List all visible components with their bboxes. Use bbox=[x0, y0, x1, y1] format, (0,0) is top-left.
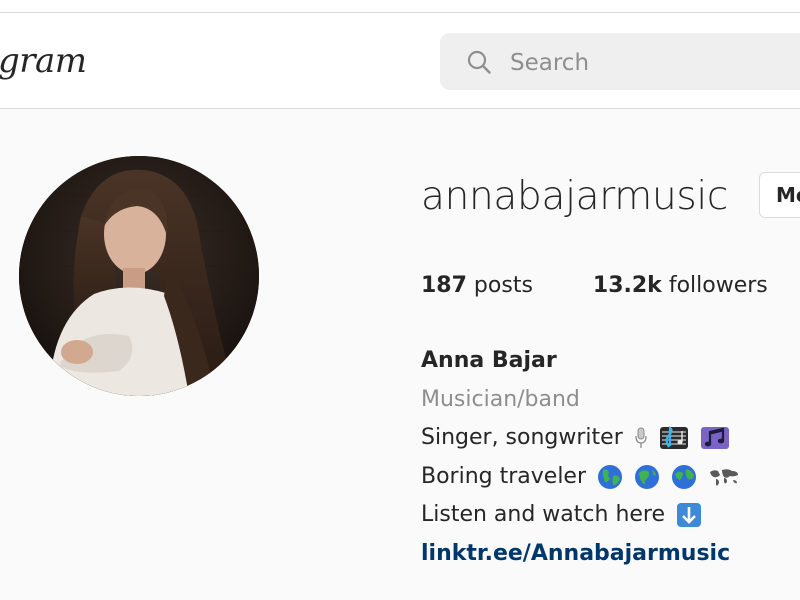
globe-icon bbox=[672, 464, 697, 489]
bio-line-2-text: Boring traveler bbox=[421, 463, 587, 489]
profile-bio: Anna Bajar Musician/band Singer, songwri… bbox=[421, 342, 740, 573]
bio-line-3: Listen and watch here bbox=[421, 496, 740, 535]
search-icon bbox=[467, 50, 491, 74]
profile-avatar[interactable] bbox=[19, 156, 259, 396]
followers-stat[interactable]: 13.2k followers bbox=[593, 270, 768, 302]
bio-line-3-text: Listen and watch here bbox=[421, 502, 666, 527]
musical-score-icon bbox=[659, 425, 688, 449]
followers-count: 13.2k bbox=[592, 273, 662, 298]
followers-label: followers bbox=[661, 273, 768, 298]
profile-stats: 187 posts 13.2k followers bbox=[421, 270, 768, 302]
globe-icon bbox=[635, 464, 660, 489]
top-navbar: gram Search bbox=[0, 13, 800, 109]
globe-icon bbox=[598, 464, 623, 489]
profile-username: annabajarmusic bbox=[421, 174, 729, 219]
musical-notes-icon bbox=[700, 427, 729, 449]
search-placeholder: Search bbox=[510, 50, 590, 76]
microphone-icon bbox=[635, 427, 647, 448]
bio-external-link[interactable]: linktr.ee/Annabajarmusic bbox=[421, 535, 740, 574]
search-input[interactable]: Search bbox=[440, 33, 800, 90]
bio-category: Musician/band bbox=[421, 386, 580, 412]
bio-line-2: Boring traveler bbox=[421, 458, 740, 497]
posts-stat[interactable]: 187 posts bbox=[421, 270, 533, 302]
browser-top-strip bbox=[0, 0, 800, 13]
posts-count: 187 bbox=[421, 273, 467, 298]
bio-line-1-text: Singer, songwriter bbox=[421, 425, 623, 450]
down-arrow-icon bbox=[677, 503, 702, 527]
world-map-icon bbox=[710, 468, 739, 486]
message-button[interactable]: Message bbox=[759, 172, 800, 218]
avatar-photo bbox=[19, 156, 259, 396]
bio-full-name: Anna Bajar bbox=[421, 348, 557, 373]
bio-line-1: Singer, songwriter bbox=[421, 419, 740, 458]
instagram-logo[interactable]: gram bbox=[0, 43, 87, 79]
posts-label: posts bbox=[466, 273, 533, 298]
